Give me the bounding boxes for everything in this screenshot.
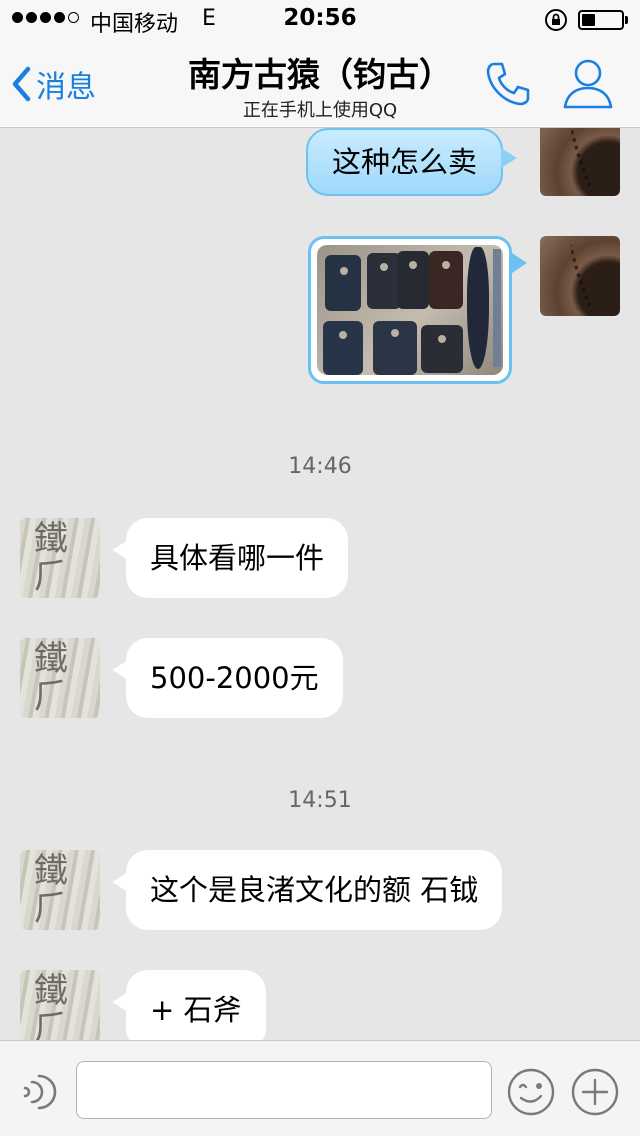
input-toolbar (0, 1040, 640, 1136)
plus-icon[interactable] (570, 1067, 620, 1117)
received-message[interactable]: 500-2000元 (112, 638, 343, 718)
my-avatar[interactable] (540, 236, 620, 316)
person-icon[interactable] (560, 56, 616, 110)
message-text: 这个是良渚文化的额 石钺 (150, 873, 479, 907)
timestamp: 14:51 (288, 788, 352, 813)
stone-artifacts-photo[interactable] (317, 245, 503, 375)
message-text: + 石斧 (150, 993, 242, 1027)
chat-messages[interactable]: 这种怎么卖 14:46 鐵⺁ 具体看哪一件 鐵⺁ 500-2000元 14:51… (0, 128, 640, 1040)
voice-icon[interactable] (18, 1071, 58, 1113)
back-button[interactable]: 消息 (10, 60, 96, 108)
received-message[interactable]: 这个是良渚文化的额 石钺 (111, 850, 503, 930)
my-avatar[interactable] (540, 128, 620, 196)
contact-avatar[interactable]: 鐵⺁ (20, 638, 100, 718)
chat-subtitle: 正在手机上使用QQ (242, 100, 398, 121)
nav-bar: 消息 南方古猿（钧古） 正在手机上使用QQ (0, 40, 640, 128)
message-text: 这种怎么卖 (332, 145, 478, 179)
battery-level-fill (582, 14, 595, 26)
sent-message[interactable]: 这种怎么卖 (306, 128, 518, 196)
battery-tip (625, 16, 628, 24)
received-message[interactable]: 具体看哪一件 (111, 518, 349, 598)
message-text: 500-2000元 (150, 661, 319, 695)
phone-icon[interactable] (482, 58, 534, 110)
message-text: 具体看哪一件 (150, 541, 325, 575)
rotation-lock-icon (545, 9, 567, 31)
contact-avatar[interactable]: 鐵⺁ (20, 518, 100, 598)
received-message[interactable]: + 石斧 (112, 970, 266, 1040)
contact-avatar[interactable]: 鐵⺁ (20, 970, 100, 1040)
back-label: 消息 (36, 70, 96, 105)
message-input[interactable] (76, 1061, 492, 1119)
chat-title: 南方古猿（钧古） (188, 55, 452, 94)
sent-image-message[interactable] (308, 236, 527, 384)
contact-avatar[interactable]: 鐵⺁ (20, 850, 100, 930)
timestamp: 14:46 (288, 454, 352, 479)
emoji-icon[interactable] (506, 1067, 556, 1117)
status-bar: 中国移动 E 20:56 (0, 0, 640, 40)
battery-icon (578, 10, 624, 30)
chevron-left-icon (12, 66, 31, 102)
